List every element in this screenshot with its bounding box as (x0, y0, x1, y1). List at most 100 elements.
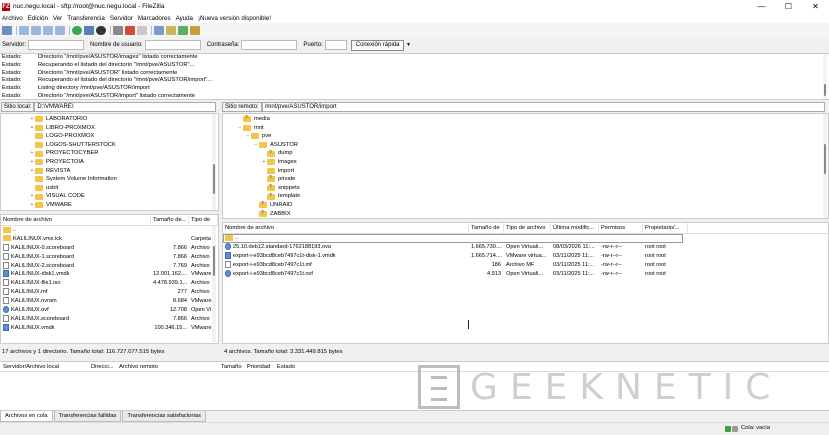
col-remote-filename[interactable]: Nombre de archivo (223, 223, 469, 233)
tab-failed-transfers[interactable]: Transferencias fallidas (53, 411, 122, 422)
local-tree-scrollbar[interactable] (212, 114, 216, 210)
tree-item[interactable]: template (223, 192, 828, 201)
file-row[interactable]: KALILINUX.scoreboard 7.866 Archivo (1, 314, 218, 324)
password-input[interactable] (241, 40, 298, 50)
col-local-type[interactable]: Tipo de (189, 215, 218, 225)
tree-item[interactable]: usbit (29, 184, 218, 193)
file-row[interactable]: KALILINUX.nvram 8.684 VMware (1, 297, 218, 306)
tree-item[interactable]: + REVISTA (29, 167, 218, 176)
tree-item[interactable]: − ASUSTOR (223, 141, 828, 150)
tree-item[interactable]: snippets (223, 183, 828, 193)
file-row[interactable]: .. (223, 234, 683, 243)
menu-ayuda[interactable]: Ayuda (176, 15, 193, 22)
cancel-icon[interactable] (96, 25, 106, 35)
tab-queued-files[interactable]: Archivos en cola (0, 411, 53, 422)
tree-item[interactable]: + LIBRO-PROXMOX (29, 124, 218, 133)
col-remote-permissions[interactable]: Permisos (599, 223, 643, 233)
col-remote-owner[interactable]: Propietario/... (643, 223, 688, 233)
log-scrollbar[interactable] (823, 54, 827, 99)
file-row[interactable]: KALILINUX-0.scoreboard 7.866 Archivo (1, 243, 218, 253)
site-manager-icon[interactable] (2, 25, 12, 35)
menu-transferencia[interactable]: Transferencia (67, 15, 105, 22)
remote-file-list[interactable]: Nombre de archivo Tamaño de Tipo de arch… (222, 222, 829, 344)
file-row[interactable]: KALILINUX-2.scoreboard 7.769 Archivo (1, 261, 218, 271)
search-icon[interactable] (190, 25, 200, 35)
remote-path-input[interactable]: /mnt/pve/ASUSTOR/import (261, 102, 825, 112)
tree-item[interactable]: System Volume Information (29, 175, 218, 184)
local-list-scrollbar[interactable] (212, 226, 216, 342)
sync-browse-icon[interactable] (178, 25, 188, 35)
disconnect-icon[interactable] (113, 25, 123, 35)
tree-item[interactable]: private (223, 174, 828, 184)
file-row[interactable]: KALILINUX-disk1.vmdk 12.001.162.... VMware (1, 270, 218, 279)
col-queue-direction[interactable]: Direcci... (88, 362, 116, 371)
port-input[interactable] (324, 40, 347, 50)
col-queue-status[interactable]: Estado (274, 362, 314, 371)
menu-marcadores[interactable]: Marcadores (138, 15, 171, 22)
menu-archivo[interactable]: Archivo (2, 15, 23, 22)
file-row[interactable]: KALILINUX-1.scoreboard 7.866 Archivo (1, 252, 218, 262)
file-row[interactable]: export-i-e93bcd8ceb7497c1t.mf 186 Archivo … (223, 260, 828, 270)
tree-item[interactable]: LOGOS-SHUTTERSTOCK (29, 141, 218, 150)
col-remote-type[interactable]: Tipo de archivo (504, 223, 551, 233)
col-local-filename[interactable]: Nombre de archivo (1, 215, 151, 225)
user-input[interactable] (144, 40, 201, 50)
tree-item[interactable]: + PROYECTOCYBER (29, 149, 218, 158)
menu-ver[interactable]: Ver (53, 15, 62, 22)
tree-item[interactable]: LOGO-PROXMOX (29, 132, 218, 141)
refresh-icon[interactable] (72, 25, 82, 35)
col-queue-local[interactable]: Servidor/Archivo local (0, 362, 88, 371)
file-row[interactable]: 25.10.deb12.standard-1762188193.ova 1.665… (223, 242, 828, 252)
filter-icon[interactable] (154, 25, 164, 35)
file-row[interactable]: KALILINUX.vmx.lck Carpeta (1, 235, 218, 244)
remote-directory-tree[interactable]: media −mnt−pve−ASUSTORdump+imagesimport pr… (222, 113, 829, 219)
toggle-remote-tree-icon[interactable] (43, 25, 53, 35)
toggle-queue-icon[interactable] (55, 25, 65, 35)
host-input[interactable] (28, 40, 85, 50)
local-path-input[interactable]: D:\VMWARE\ (34, 102, 217, 112)
file-row[interactable]: KALILINUX.mf 277 Archivo (1, 288, 218, 297)
tree-item[interactable]: + VMWARE (29, 201, 218, 210)
tree-item[interactable]: − mnt (223, 124, 828, 133)
quickconnect-button[interactable]: Conexión rápida (350, 39, 405, 51)
tree-item[interactable]: − pve (223, 132, 828, 141)
col-queue-size[interactable]: Tamaño (218, 362, 244, 371)
toggle-log-icon[interactable] (19, 25, 29, 35)
file-row[interactable]: KALILINUX.ovf 12.708 Open Vi (1, 306, 218, 315)
toggle-local-tree-icon[interactable] (31, 25, 41, 35)
process-queue-icon[interactable] (84, 25, 94, 35)
menu-servidor[interactable]: Servidor (110, 15, 133, 22)
minimize-button[interactable]: — (748, 0, 775, 13)
tree-item[interactable]: + images (223, 158, 828, 167)
tree-item[interactable]: UNRAID (223, 200, 828, 210)
file-row[interactable]: KALILINUX-file1.iso 4.478.939.1... Archivo (1, 279, 218, 288)
tree-item[interactable]: + LABORATORIO (29, 115, 218, 124)
remote-tree-scrollbar[interactable] (823, 114, 827, 218)
tree-item[interactable]: import (223, 167, 828, 176)
col-remote-size[interactable]: Tamaño de (469, 223, 504, 233)
local-file-list[interactable]: Nombre de archivo Tamaño de... Tipo de .… (0, 214, 219, 344)
tree-item[interactable]: media (223, 114, 828, 124)
quickconnect-dropdown-icon[interactable]: ▼ (404, 40, 412, 51)
tree-item[interactable]: + VISUAL CODE (29, 192, 218, 201)
tab-successful-transfers[interactable]: Transferencias satisfactorias (122, 411, 206, 422)
menu-new-version[interactable]: ¡Nueva versión disponible! (198, 15, 271, 22)
close-button[interactable]: ✕ (802, 0, 829, 13)
maximize-button[interactable]: ☐ (775, 0, 802, 13)
tree-item[interactable]: + PROYECTOIA (29, 158, 218, 167)
file-row[interactable]: export-i-e93bcd8ceb7497c1t-disk-1.vmdk 1.… (223, 251, 828, 261)
compare-icon[interactable] (166, 25, 176, 35)
col-local-size[interactable]: Tamaño de... (151, 215, 189, 225)
menu-edicion[interactable]: Edición (28, 15, 48, 22)
file-row[interactable]: KALILINUX.vmdk 100.346.15... VMware (1, 323, 218, 333)
col-queue-priority[interactable]: Prioridad (244, 362, 274, 371)
reconnect-icon[interactable] (125, 25, 135, 35)
file-row[interactable]: export-i-e93bcd8ceb7497c1t.ovf 4.913 Open … (223, 269, 828, 279)
tree-item[interactable]: dump (223, 149, 828, 158)
col-remote-modified[interactable]: Última modific... (551, 223, 599, 233)
col-queue-remote[interactable]: Archivo remoto (116, 362, 218, 371)
file-row[interactable]: .. (1, 226, 218, 235)
stop-icon[interactable] (137, 25, 147, 35)
local-directory-tree[interactable]: + LABORATORIO + LIBRO-PROXMOX LOGO-PROXMOX LO… (0, 113, 219, 211)
tree-item[interactable]: ZABBIX (223, 209, 828, 218)
